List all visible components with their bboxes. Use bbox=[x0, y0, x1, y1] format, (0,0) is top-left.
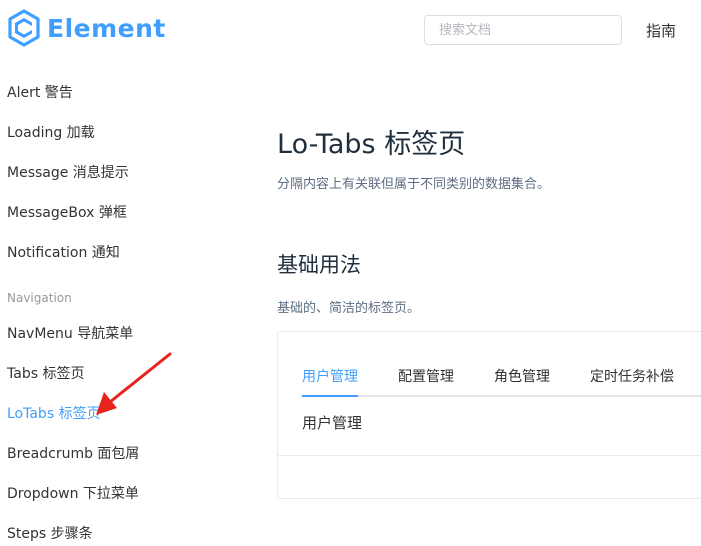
sidebar-item-steps[interactable]: Steps 步骤条 bbox=[7, 523, 93, 543]
nav-guide-link[interactable]: 指南 bbox=[646, 20, 676, 41]
active-tab-indicator bbox=[302, 395, 358, 397]
demo-block: 用户管理 配置管理 角色管理 定时任务补偿 用户管理 bbox=[277, 331, 701, 499]
sidebar-item-loading[interactable]: Loading 加载 bbox=[7, 122, 95, 142]
top-header: Element 指南 bbox=[0, 0, 701, 62]
brand-name: Element bbox=[47, 13, 166, 43]
tab-user-management[interactable]: 用户管理 bbox=[302, 366, 358, 386]
sidebar-item-navmenu[interactable]: NavMenu 导航菜单 bbox=[7, 323, 133, 343]
tab-config-management[interactable]: 配置管理 bbox=[398, 366, 454, 386]
section-description: 基础的、简洁的标签页。 bbox=[277, 301, 421, 316]
tab-pane-content: 用户管理 bbox=[302, 414, 363, 432]
sidebar-item-dropdown[interactable]: Dropdown 下拉菜单 bbox=[7, 483, 139, 503]
element-hexagon-icon bbox=[8, 9, 40, 47]
sidebar-item-lotabs[interactable]: LoTabs 标签页 bbox=[7, 403, 101, 423]
tab-role-management[interactable]: 角色管理 bbox=[494, 366, 550, 386]
section-title: 基础用法 bbox=[277, 253, 361, 277]
sidebar-item-breadcrumb[interactable]: Breadcrumb 面包屑 bbox=[7, 443, 139, 463]
sidebar-item-alert[interactable]: Alert 警告 bbox=[7, 82, 73, 102]
page-description: 分隔内容上有关联但属于不同类别的数据集合。 bbox=[277, 177, 551, 192]
element-logo[interactable]: Element bbox=[7, 9, 166, 47]
sidebar-item-notification[interactable]: Notification 通知 bbox=[7, 242, 120, 262]
tabs-nav: 用户管理 配置管理 角色管理 定时任务补偿 bbox=[302, 366, 701, 396]
sidebar-item-messagebox[interactable]: MessageBox 弹框 bbox=[7, 202, 127, 222]
sidebar-group-navigation: Navigation bbox=[7, 291, 72, 305]
sidebar-item-tabs[interactable]: Tabs 标签页 bbox=[7, 363, 84, 383]
tab-scheduled-task-compensation[interactable]: 定时任务补偿 bbox=[590, 366, 674, 386]
sidebar-item-message[interactable]: Message 消息提示 bbox=[7, 162, 129, 182]
page-title: Lo-Tabs 标签页 bbox=[277, 129, 466, 160]
demo-divider bbox=[278, 455, 701, 456]
search-input[interactable] bbox=[424, 15, 622, 45]
